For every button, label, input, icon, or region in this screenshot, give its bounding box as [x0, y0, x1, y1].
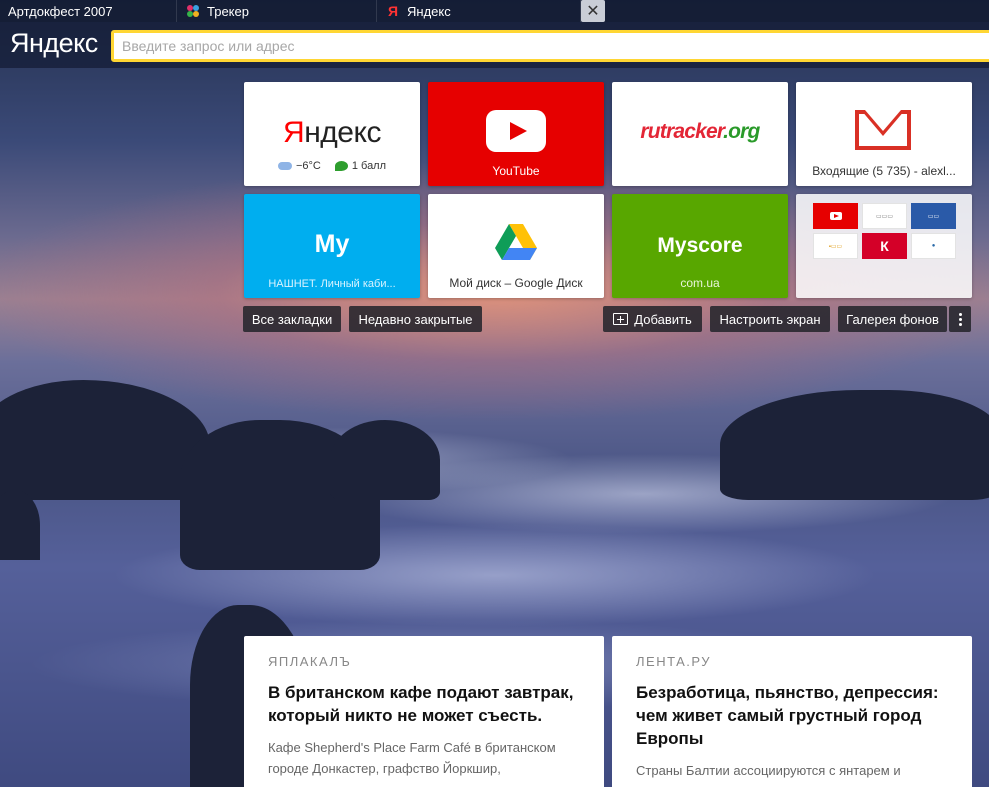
- customize-screen-button[interactable]: Настроить экран: [710, 306, 830, 332]
- tile-caption: YouTube: [492, 164, 540, 178]
- tracker-icon: [185, 3, 201, 19]
- tile-rutracker[interactable]: rutracker.org: [612, 82, 788, 186]
- tile-caption: НАШНЕТ. Личный каби...: [268, 278, 396, 290]
- tab-label: Яндекс: [407, 3, 451, 19]
- add-button-label: Добавить: [634, 311, 692, 327]
- mini-site-tile: ●: [911, 233, 956, 259]
- tile-logo-text: My: [314, 230, 350, 258]
- news-title[interactable]: Безработица, пьянство, депрессия: чем жи…: [636, 681, 948, 750]
- mountain-right: [720, 390, 989, 500]
- tile-nashnet[interactable]: My НАШНЕТ. Личный каби...: [244, 194, 420, 298]
- recently-closed-button[interactable]: Недавно закрытые: [349, 306, 482, 332]
- header: Яндекс: [0, 22, 989, 68]
- mini-site-tile: ▭▭▭: [862, 203, 907, 229]
- tile-google-drive[interactable]: Мой диск – Google Диск: [428, 194, 604, 298]
- yandex-icon: Я: [387, 3, 399, 19]
- temperature: −6°C: [295, 160, 321, 172]
- tab-tracker[interactable]: Трекер: [177, 0, 377, 22]
- mini-youtube-icon: [813, 203, 858, 229]
- tab-label: Артдокфест 2007: [8, 3, 113, 19]
- mountain-mid: [330, 420, 440, 500]
- cloud-icon: [277, 162, 292, 170]
- youtube-play-icon: [486, 110, 546, 152]
- news-snippet: Страны Балтии ассоциируются с янтарем и: [636, 763, 901, 778]
- tile-myscore[interactable]: Myscore com.ua: [612, 194, 788, 298]
- gmail-icon: [855, 110, 911, 150]
- tile-caption: Входящие (5 735) - alexl...: [812, 164, 956, 178]
- all-bookmarks-button[interactable]: Все закладки: [243, 306, 341, 332]
- rutracker-logo: rutracker.org: [640, 120, 760, 143]
- mini-kinopoisk-icon: К: [862, 233, 907, 259]
- yandex-tile-logo: Яндекс: [283, 116, 381, 149]
- tile-yandex[interactable]: Яндекс −6°C 1 балл: [244, 82, 420, 186]
- google-drive-icon: [495, 224, 537, 260]
- close-icon[interactable]: ✕: [581, 0, 605, 22]
- tab-label: Трекер: [207, 3, 249, 19]
- add-icon: [613, 313, 629, 325]
- mini-site-tile: ▪▭▭: [813, 233, 858, 259]
- add-button[interactable]: Добавить: [603, 306, 702, 332]
- tab-bar: Артдокфест 2007 Трекер Я Яндекс: [0, 0, 989, 22]
- tab-artdocfest[interactable]: Артдокфест 2007: [0, 0, 177, 22]
- yandex-logo[interactable]: Яндекс: [10, 28, 98, 59]
- tile-logo-text: Myscore: [657, 234, 743, 257]
- more-options-button[interactable]: [949, 306, 971, 332]
- tile-gmail[interactable]: Входящие (5 735) - alexl...: [796, 82, 972, 186]
- news-snippet: Кафе Shepherd's Place Farm Café в британ…: [268, 740, 556, 776]
- news-title[interactable]: В британском кафе подают завтрак, которы…: [268, 681, 580, 727]
- tile-caption: com.ua: [680, 276, 720, 290]
- background-gallery-button[interactable]: Галерея фонов: [838, 306, 947, 332]
- tab-yandex[interactable]: Я Яндекс: [377, 0, 581, 22]
- yandex-tile-info: −6°C 1 балл: [244, 160, 420, 172]
- news-source: ЛЕНТА.РУ: [636, 654, 712, 669]
- mini-site-tile: ▭▭: [911, 203, 956, 229]
- tile-youtube[interactable]: YouTube: [428, 82, 604, 186]
- traffic-icon: [334, 161, 348, 171]
- search-input[interactable]: [111, 30, 989, 62]
- news-source: ЯПЛАКАЛЪ: [268, 654, 352, 669]
- news-card[interactable]: ЛЕНТА.РУ Безработица, пьянство, депресси…: [612, 636, 972, 787]
- traffic-score: 1 балл: [351, 160, 387, 172]
- tile-caption: Мой диск – Google Диск: [449, 276, 583, 290]
- more-vertical-icon: [958, 312, 962, 326]
- mini-tiles-grid: ▭▭▭ ▭▭ ▪▭▭ К ●: [813, 203, 956, 259]
- news-card[interactable]: ЯПЛАКАЛЪ В британском кафе подают завтра…: [244, 636, 604, 787]
- tile-more-sites[interactable]: ▭▭▭ ▭▭ ▪▭▭ К ●: [796, 194, 972, 298]
